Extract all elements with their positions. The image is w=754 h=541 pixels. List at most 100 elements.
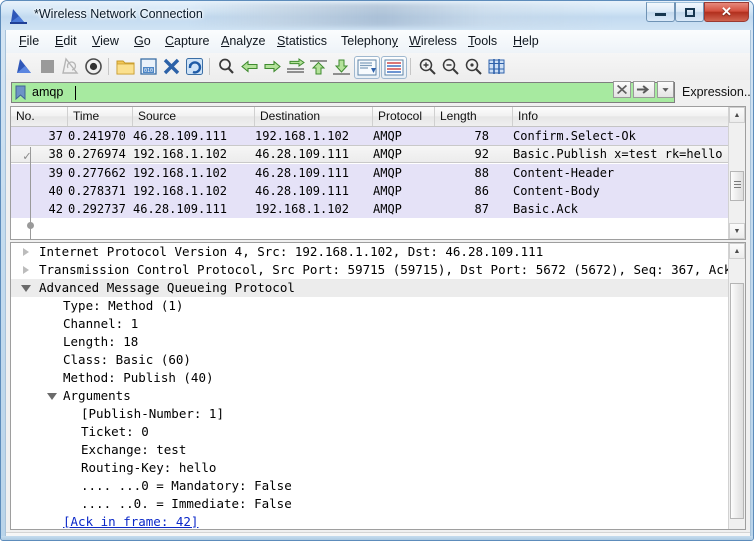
- chevron-down-icon[interactable]: [47, 393, 57, 400]
- tree-item[interactable]: Length: 18: [11, 333, 729, 351]
- chevron-down-icon[interactable]: [21, 285, 31, 292]
- menu-analyze[interactable]: Analyze: [218, 33, 268, 50]
- table-row[interactable]: 40 0.278371 192.168.1.102 46.28.109.111 …: [11, 182, 729, 200]
- cell-time: 0.278371: [68, 182, 126, 200]
- menu-capture[interactable]: Capture: [162, 33, 212, 50]
- restart-capture-icon[interactable]: [60, 56, 81, 77]
- tree-item-label: Channel: 1: [63, 315, 138, 333]
- menu-go[interactable]: Go: [131, 33, 154, 50]
- ack-in-frame-link[interactable]: [Ack in frame: 42]: [63, 513, 198, 530]
- menu-wireless[interactable]: Wireless: [406, 33, 460, 50]
- go-back-icon[interactable]: [239, 56, 260, 77]
- minimize-icon: [655, 13, 666, 16]
- display-filter-box[interactable]: amqp: [11, 82, 675, 103]
- packet-detail-pane[interactable]: Internet Protocol Version 4, Src: 192.16…: [10, 242, 746, 530]
- menu-telephony[interactable]: Telephony: [338, 33, 401, 50]
- menu-help[interactable]: Help: [510, 33, 542, 50]
- colorize-icon[interactable]: [381, 56, 407, 79]
- cell-protocol: AMQP: [373, 182, 402, 200]
- tree-item[interactable]: Type: Method (1): [11, 297, 729, 315]
- tree-item[interactable]: .... ..0. = Immediate: False: [11, 495, 729, 513]
- menu-view[interactable]: View: [89, 33, 122, 50]
- table-row-selected[interactable]: 38 0.276974 192.168.1.102 46.28.109.111 …: [11, 145, 729, 163]
- packet-detail-tree: Internet Protocol Version 4, Src: 192.16…: [11, 243, 729, 529]
- related-packet-dot-icon: [27, 222, 34, 229]
- find-packet-icon[interactable]: [216, 56, 237, 77]
- auto-scroll-icon[interactable]: [354, 56, 380, 79]
- capture-options-icon[interactable]: [83, 56, 104, 77]
- cell-length: 78: [435, 127, 489, 145]
- column-header-protocol[interactable]: Protocol: [373, 107, 435, 126]
- packet-detail-scrollbar[interactable]: ▲: [728, 243, 745, 529]
- cell-time: 0.241970: [68, 127, 126, 145]
- start-capture-icon[interactable]: [14, 56, 35, 77]
- reload-file-icon[interactable]: [184, 56, 205, 77]
- tree-item-label: Class: Basic (60): [63, 351, 191, 369]
- minimize-button[interactable]: [646, 2, 675, 22]
- tree-item[interactable]: [Publish-Number: 1]: [11, 405, 729, 423]
- tree-item[interactable]: Exchange: test: [11, 441, 729, 459]
- title-bar[interactable]: *Wireless Network Connection ✕: [1, 1, 754, 30]
- display-filter-input[interactable]: amqp: [32, 83, 582, 102]
- table-row[interactable]: 37 0.241970 46.28.109.111 192.168.1.102 …: [11, 127, 729, 145]
- clear-filter-button[interactable]: [613, 81, 631, 98]
- menu-file[interactable]: File: [16, 33, 42, 50]
- column-header-source[interactable]: Source: [133, 107, 255, 126]
- resize-columns-icon[interactable]: [486, 56, 507, 77]
- scroll-up-arrow-icon[interactable]: ▲: [729, 107, 745, 123]
- chevron-right-icon[interactable]: [23, 266, 29, 274]
- go-to-first-icon[interactable]: [308, 56, 329, 77]
- menu-tools[interactable]: Tools: [465, 33, 500, 50]
- menu-edit[interactable]: Edit: [52, 33, 80, 50]
- tree-item-link[interactable]: [Ack in frame: 42]: [11, 513, 729, 530]
- tree-item-label: Internet Protocol Version 4, Src: 192.16…: [39, 243, 543, 261]
- tree-item[interactable]: Transmission Control Protocol, Src Port:…: [11, 261, 729, 279]
- cell-time: 0.292737: [68, 200, 126, 218]
- chevron-right-icon[interactable]: [23, 248, 29, 256]
- column-header-time[interactable]: Time: [68, 107, 133, 126]
- scrollbar-thumb[interactable]: [730, 283, 744, 519]
- column-header-destination[interactable]: Destination: [255, 107, 373, 126]
- stop-capture-icon[interactable]: [37, 56, 58, 77]
- tree-item[interactable]: .... ...0 = Mandatory: False: [11, 477, 729, 495]
- tree-item[interactable]: Routing-Key: hello: [11, 459, 729, 477]
- tree-item[interactable]: Channel: 1: [11, 315, 729, 333]
- go-to-last-icon[interactable]: [331, 56, 352, 77]
- scrollbar-thumb[interactable]: [730, 171, 744, 201]
- zoom-in-icon[interactable]: [417, 56, 438, 77]
- close-file-icon[interactable]: [161, 56, 182, 77]
- tree-item[interactable]: Class: Basic (60): [11, 351, 729, 369]
- packet-list-pane[interactable]: No. Time Source Destination Protocol Len…: [10, 106, 746, 240]
- menu-statistics[interactable]: Statistics: [274, 33, 330, 50]
- column-header-length[interactable]: Length: [435, 107, 513, 126]
- table-row[interactable]: 42 0.292737 46.28.109.111 192.168.1.102 …: [11, 200, 729, 218]
- column-header-info[interactable]: Info: [513, 107, 729, 126]
- close-button[interactable]: ✕: [704, 2, 749, 22]
- cell-time: 0.276974: [68, 146, 126, 162]
- tree-item-selected[interactable]: Advanced Message Queueing Protocol: [11, 279, 729, 297]
- cell-length: 88: [435, 164, 489, 182]
- column-header-no[interactable]: No.: [11, 107, 68, 126]
- tree-item[interactable]: Internet Protocol Version 4, Src: 192.16…: [11, 243, 729, 261]
- filter-expression-button[interactable]: Expression...: [682, 85, 751, 99]
- table-row[interactable]: 39 0.277662 192.168.1.102 46.28.109.111 …: [11, 164, 729, 182]
- zoom-reset-icon[interactable]: [463, 56, 484, 77]
- related-packet-check-icon: ✓: [23, 149, 31, 164]
- tree-item[interactable]: Arguments: [11, 387, 729, 405]
- go-forward-icon[interactable]: [262, 56, 283, 77]
- packet-list-scrollbar[interactable]: ▲ ▼: [728, 107, 745, 239]
- open-file-icon[interactable]: [115, 56, 136, 77]
- tree-item[interactable]: Ticket: 0: [11, 423, 729, 441]
- filter-bookmark-icon[interactable]: [14, 85, 27, 100]
- tree-item[interactable]: Method: Publish (40): [11, 369, 729, 387]
- apply-filter-button[interactable]: [633, 81, 655, 98]
- scroll-down-arrow-icon[interactable]: ▼: [729, 223, 745, 239]
- cell-info: Basic.Ack: [513, 200, 578, 218]
- go-to-packet-icon[interactable]: [285, 56, 306, 77]
- zoom-out-icon[interactable]: [440, 56, 461, 77]
- save-file-icon[interactable]: 010: [138, 56, 159, 77]
- maximize-button[interactable]: [675, 2, 704, 22]
- scroll-up-arrow-icon[interactable]: ▲: [729, 243, 745, 259]
- main-toolbar: 010: [6, 53, 750, 81]
- filter-history-dropdown[interactable]: [657, 81, 674, 98]
